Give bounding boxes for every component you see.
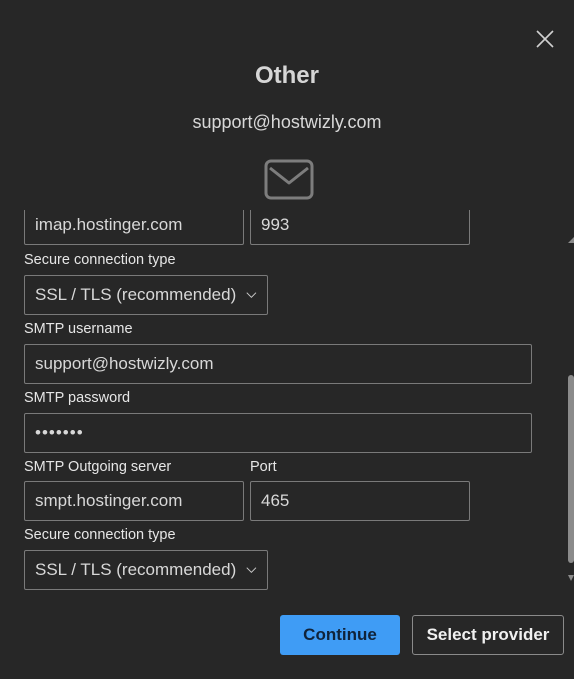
incoming-secure-select[interactable]: SSL / TLS (recommended) [24, 275, 268, 315]
smtp-password-label: SMTP password [24, 390, 131, 406]
incoming-secure-label: Secure connection type [24, 252, 176, 268]
outgoing-secure-value: SSL / TLS (recommended) [35, 560, 237, 579]
scroll-down-arrow[interactable] [568, 575, 574, 581]
smtp-port-label: Port [250, 459, 277, 475]
close-button[interactable] [532, 26, 558, 52]
incoming-secure-value: SSL / TLS (recommended) [35, 285, 237, 304]
scrollbar-thumb[interactable] [568, 375, 574, 563]
outgoing-secure-select[interactable]: SSL / TLS (recommended) [24, 550, 268, 590]
incoming-server-value: imap.hostinger.com [35, 215, 183, 234]
smtp-server-label: SMTP Outgoing server [24, 459, 172, 475]
incoming-port-input[interactable]: 993 [250, 210, 470, 245]
select-provider-button[interactable]: Select provider [412, 615, 564, 655]
smtp-port-value: 465 [261, 491, 290, 510]
smtp-username-value: support@hostwizly.com [35, 354, 214, 373]
smtp-port-input[interactable]: 465 [250, 481, 470, 521]
close-icon [536, 30, 554, 48]
dialog-title: Other [254, 62, 319, 89]
envelope-icon [264, 159, 314, 200]
smtp-server-value: smpt.hostinger.com [35, 491, 183, 510]
chevron-down-icon [246, 567, 257, 574]
account-email: support@hostwizly.com [192, 112, 382, 132]
incoming-server-input[interactable]: imap.hostinger.com [24, 210, 244, 245]
chevron-down-icon [246, 292, 257, 299]
continue-button[interactable]: Continue [280, 615, 400, 655]
smtp-server-input[interactable]: smpt.hostinger.com [24, 481, 244, 521]
smtp-username-label: SMTP username [24, 321, 133, 337]
settings-form[interactable]: imap.hostinger.com 993 Secure connection… [0, 210, 574, 602]
smtp-password-input[interactable]: ••••••• [24, 413, 532, 453]
smtp-password-value: ••••••• [35, 423, 84, 442]
smtp-username-input[interactable]: support@hostwizly.com [24, 344, 532, 384]
outgoing-secure-label: Secure connection type [24, 527, 176, 543]
incoming-port-value: 993 [261, 215, 290, 234]
scroll-up-arrow[interactable] [568, 237, 574, 243]
